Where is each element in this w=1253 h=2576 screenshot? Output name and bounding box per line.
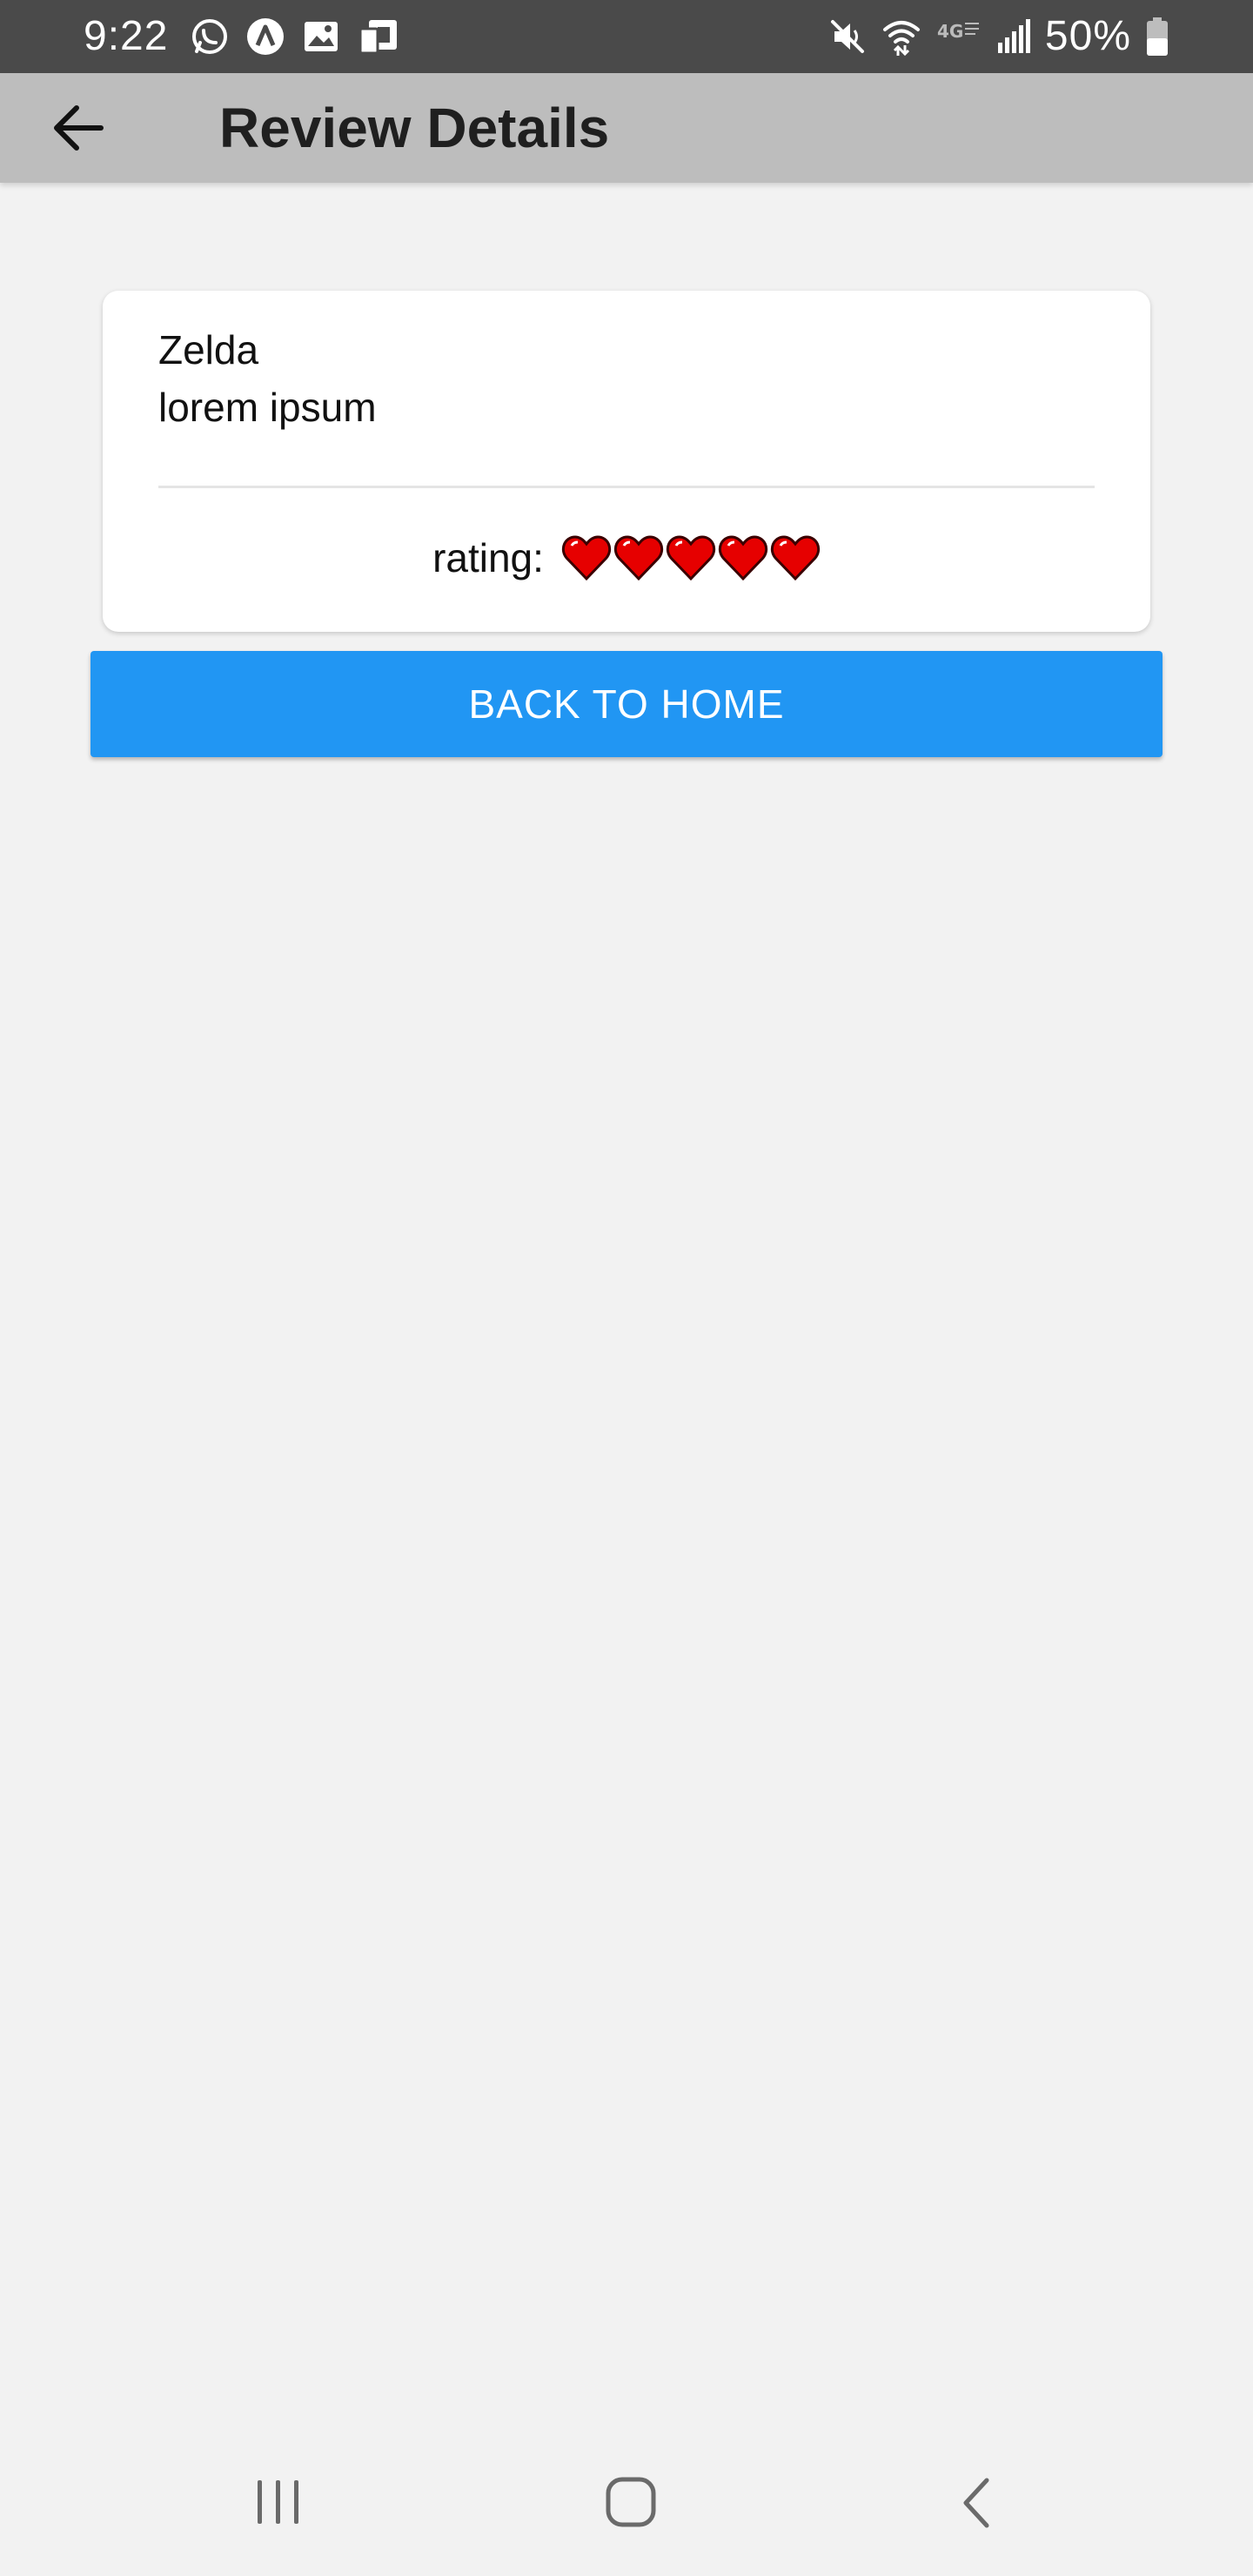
battery-percent: 50% xyxy=(1044,13,1131,59)
wifi-icon xyxy=(881,16,921,57)
status-bar: 9:22 4G 50% xyxy=(0,0,1253,73)
back-icon[interactable] xyxy=(957,2475,995,2531)
card-divider xyxy=(158,486,1095,488)
heart-icon xyxy=(718,533,768,582)
status-left-icons xyxy=(190,14,400,59)
device-icon xyxy=(357,17,400,57)
svg-text:4G: 4G xyxy=(937,21,963,42)
heart-icon xyxy=(613,533,664,582)
review-body: lorem ipsum xyxy=(158,385,377,430)
status-time: 9:22 xyxy=(84,13,169,59)
back-to-home-button[interactable]: BACK TO HOME xyxy=(90,651,1163,757)
page-title: Review Details xyxy=(219,97,610,159)
signal-icon xyxy=(996,17,1031,57)
rating-hearts xyxy=(561,533,821,582)
whatsapp-icon xyxy=(190,17,230,57)
review-title: Zelda xyxy=(158,327,259,372)
home-icon[interactable] xyxy=(604,2475,658,2529)
rating-row: rating: xyxy=(103,531,1150,585)
mute-icon xyxy=(828,17,868,57)
rating-label: rating: xyxy=(432,535,544,580)
review-card: Zelda lorem ipsum rating: xyxy=(103,291,1150,632)
heart-icon xyxy=(770,533,821,582)
status-right-icons: 4G 50% xyxy=(828,14,1169,59)
back-arrow-icon[interactable] xyxy=(49,99,106,157)
nav-bar xyxy=(0,2454,1253,2550)
app-bar: Review Details xyxy=(0,73,1253,183)
recent-apps-icon[interactable] xyxy=(254,2477,303,2527)
arrow-app-icon xyxy=(245,17,285,57)
gallery-icon xyxy=(301,17,341,57)
lte-icon: 4G xyxy=(935,17,982,57)
heart-icon xyxy=(666,533,716,582)
battery-icon xyxy=(1145,16,1169,57)
heart-icon xyxy=(561,533,612,582)
